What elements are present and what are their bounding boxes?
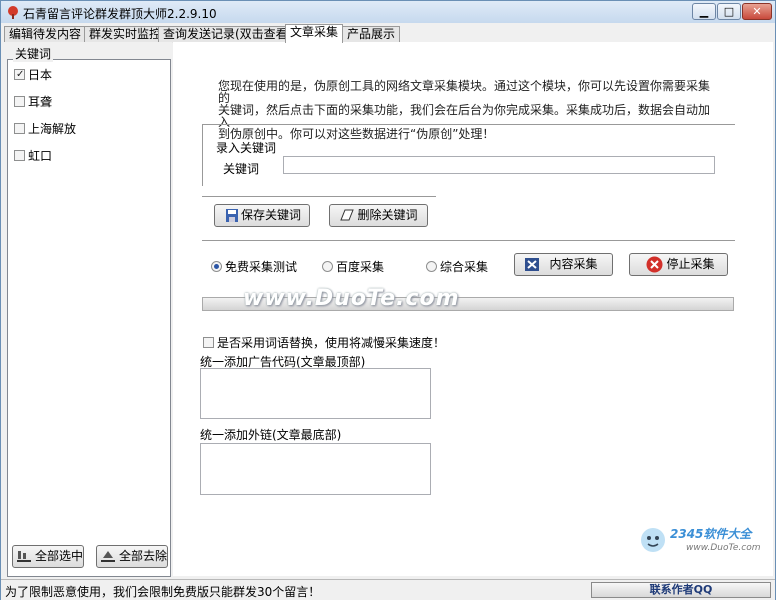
mode-combined[interactable]: 综合采集 (426, 258, 488, 275)
contact-author-button[interactable]: 联系作者QQ (591, 582, 771, 598)
tab-products[interactable]: 产品展示 (342, 26, 401, 43)
tab-article-collect[interactable]: 文章采集 (285, 24, 344, 43)
collect-icon (525, 258, 539, 271)
mode-baidu[interactable]: 百度采集 (322, 258, 384, 275)
keyword-label: 耳聋 (28, 95, 53, 109)
replace-words-checkbox[interactable] (203, 337, 214, 348)
window-title: 石青留言评论群发群顶大师2.2.9.10 (23, 7, 217, 21)
mode-free-test-radio[interactable] (211, 261, 222, 272)
minimize-button[interactable]: ▁ (692, 3, 716, 20)
stop-collect-button[interactable]: 停止采集 (629, 253, 728, 276)
close-icon: ✕ (752, 5, 762, 18)
mode-combined-radio[interactable] (426, 261, 437, 272)
keyword-checkbox[interactable] (14, 67, 25, 83)
mode-label: 免费采集测试 (225, 260, 298, 274)
logo-url: www.DuoTe.com (686, 543, 761, 553)
keyword-item[interactable]: 上海解放 (14, 121, 76, 137)
app-window: 石青留言评论群发群顶大师2.2.9.10 ▁ □ ✕ 编辑待发内容 群发实时监控… (0, 0, 776, 600)
stop-icon (646, 256, 663, 273)
keyword-field-label: 关键词 (223, 162, 260, 176)
mascot-icon (641, 528, 665, 552)
delete-keyword-button[interactable]: 删除关键词 (329, 204, 428, 227)
keyword-label: 虹口 (28, 149, 53, 163)
keyword-checkbox[interactable] (14, 96, 25, 107)
tab-live-monitor[interactable]: 群发实时监控 (84, 26, 167, 43)
keyword-checkbox[interactable] (14, 150, 25, 161)
content-collect-label: 内容采集 (549, 257, 598, 271)
mode-baidu-radio[interactable] (322, 261, 333, 272)
select-all-label: 全部选中 (35, 549, 84, 563)
replace-words-label: 是否采用词语替换，使用将减慢采集速度！ (217, 336, 446, 350)
select-all-button[interactable]: 全部选中 (12, 545, 84, 568)
deselect-all-button[interactable]: 全部去除 (96, 545, 168, 568)
deselect-all-label: 全部去除 (119, 549, 168, 563)
eraser-icon (340, 209, 354, 221)
mode-label: 综合采集 (440, 260, 489, 274)
replace-words-option[interactable]: 是否采用词语替换，使用将减慢采集速度！ (203, 334, 445, 351)
mode-label: 百度采集 (336, 260, 385, 274)
tab-send-history[interactable]: 查询发送记录(双击查看) (158, 26, 298, 43)
keyword-input[interactable] (283, 156, 715, 174)
watermark: www.DuoTe.com (243, 286, 460, 311)
keyword-item[interactable]: 日本 (14, 67, 52, 83)
deselect-all-icon (101, 551, 115, 562)
collect-panel: 您现在使用的是，伪原创工具的网络文章采集模块。通过这个模块，你可以先设置你需要采… (173, 42, 773, 576)
keyword-panel: 日本 耳聋 上海解放 虹口 关键词 全部选中 全部去除 (4, 42, 172, 577)
keyword-list[interactable]: 日本 耳聋 上海解放 虹口 (7, 59, 171, 577)
save-icon (226, 209, 238, 222)
keyword-item[interactable]: 虹口 (14, 148, 52, 164)
separator (202, 196, 436, 197)
save-keyword-label: 保存关键词 (240, 208, 301, 222)
keyword-item[interactable]: 耳聋 (14, 94, 52, 110)
keyword-checkbox[interactable] (14, 123, 25, 134)
keyword-section-border-left (202, 124, 203, 186)
intro-text: 您现在使用的是，伪原创工具的网络文章采集模块。通过这个模块，你可以先设置你需要采… (218, 80, 718, 140)
keyword-label: 日本 (28, 68, 53, 82)
external-link-label: 统一添加外链(文章最底部) (200, 428, 342, 442)
separator (202, 240, 735, 241)
maximize-button[interactable]: □ (717, 3, 741, 20)
status-message: 为了限制恶意使用，我们会限制免费版只能群发30个留言！ (5, 585, 321, 599)
keyword-section-border (202, 124, 735, 125)
intro-line: 到伪原创中。你可以对这些数据进行“伪原创”处理！ (218, 127, 495, 141)
keyword-group-label: 关键词 (13, 45, 54, 62)
mode-free-test[interactable]: 免费采集测试 (211, 258, 297, 275)
maximize-icon: □ (723, 5, 735, 18)
external-link-textarea[interactable] (200, 443, 431, 495)
select-all-icon (17, 551, 31, 562)
save-keyword-button[interactable]: 保存关键词 (214, 204, 310, 227)
status-bar: 为了限制恶意使用，我们会限制免费版只能群发30个留言！ 联系作者QQ (1, 579, 775, 600)
minimize-icon: ▁ (699, 5, 709, 18)
delete-keyword-label: 删除关键词 (357, 208, 418, 222)
app-logo-icon (8, 6, 18, 19)
tab-edit-content[interactable]: 编辑待发内容 (4, 26, 87, 43)
keyword-section-label: 录入关键词 (216, 141, 277, 155)
content-collect-button[interactable]: 内容采集 (514, 253, 613, 276)
logo-name: 2345软件大全 (670, 527, 752, 541)
ad-code-textarea[interactable] (200, 368, 431, 419)
stop-collect-label: 停止采集 (666, 257, 715, 271)
intro-line: 您现在使用的是，伪原创工具的网络文章采集模块。通过这个模块，你可以先设置你需要采… (218, 79, 711, 105)
close-button[interactable]: ✕ (742, 3, 772, 20)
title-bar: 石青留言评论群发群顶大师2.2.9.10 ▁ □ ✕ (1, 1, 775, 23)
keyword-label: 上海解放 (28, 122, 77, 136)
corner-logo: 2345软件大全 www.DuoTe.com (638, 523, 776, 563)
